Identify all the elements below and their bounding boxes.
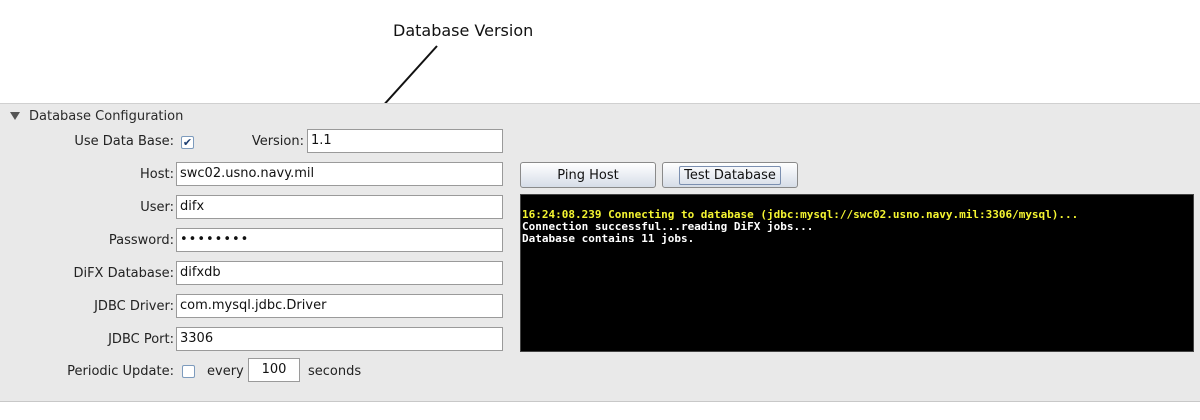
user-label: User: <box>140 200 174 215</box>
jdbc-driver-field[interactable]: com.mysql.jdbc.Driver <box>176 294 503 318</box>
panel-title: Database Configuration <box>29 108 184 124</box>
seconds-label: seconds <box>308 364 362 379</box>
jdbc-port-label: JDBC Port: <box>108 332 174 347</box>
every-label: every <box>207 364 244 379</box>
update-interval-field[interactable]: 100 <box>248 358 300 382</box>
jdbc-driver-label: JDBC Driver: <box>94 299 174 314</box>
jdbc-port-field[interactable]: 3306 <box>176 327 503 351</box>
password-label: Password: <box>108 233 174 248</box>
use-database-checkbox[interactable]: ✔ <box>181 136 194 149</box>
collapse-triangle-icon[interactable] <box>10 112 20 120</box>
test-database-button[interactable]: Test Database <box>662 162 798 188</box>
console-line: Database contains 11 jobs. <box>522 232 695 245</box>
console-output[interactable]: 16:24:08.239 Connecting to database (jdb… <box>520 194 1194 352</box>
test-database-label: Test Database <box>679 165 781 185</box>
password-field[interactable]: •••••••• <box>176 228 503 252</box>
host-label: Host: <box>140 167 174 182</box>
version-field[interactable]: 1.1 <box>307 129 503 153</box>
panel-header[interactable]: Database Configuration <box>10 107 183 125</box>
user-field[interactable]: difx <box>176 195 503 219</box>
version-label: Version: <box>251 134 304 149</box>
difx-database-label: DiFX Database: <box>73 266 174 281</box>
annotation-label: Database Version <box>393 21 534 40</box>
checkmark-icon: ✔ <box>182 136 193 149</box>
difx-database-field[interactable]: difxdb <box>176 261 503 285</box>
periodic-update-checkbox[interactable] <box>182 365 195 378</box>
use-database-label: Use Data Base: <box>74 134 174 149</box>
host-field[interactable]: swc02.usno.navy.mil <box>176 162 503 186</box>
periodic-update-label: Periodic Update: <box>67 364 174 379</box>
ping-host-label: Ping Host <box>557 167 619 183</box>
ping-host-button[interactable]: Ping Host <box>520 162 656 188</box>
